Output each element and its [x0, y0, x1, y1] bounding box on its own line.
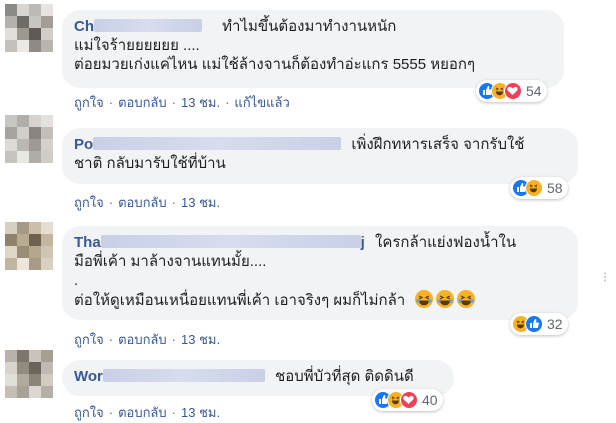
reaction-summary[interactable]: 32 — [510, 313, 568, 335]
comment-header: Ch ทำไมขึ้นต้องมาทำงานหนัก — [74, 17, 552, 36]
comment-text: ต่อให้ดูเหมือนเหนื่อยแทนพี่เค้า เอาจริงๆ… — [74, 292, 406, 309]
avatar[interactable] — [5, 115, 53, 163]
comment-bubble: Po เพิ่งฝึกทหารเสร็จ จากรับใช้ ชาติ กลับ… — [62, 128, 578, 184]
timestamp-link[interactable]: 13 ชม. — [181, 332, 220, 347]
timestamp-link[interactable]: 13 ชม. — [181, 195, 220, 210]
comment-actions: ถูกใจ · ตอบกลับ · 13 ชม. — [74, 405, 221, 420]
avatar[interactable] — [5, 350, 53, 398]
like-link[interactable]: ถูกใจ — [74, 95, 104, 110]
redacted-name — [94, 19, 202, 32]
comment-text-line: ทำไมขึ้นต้องมาทำงานหนัก — [222, 18, 397, 35]
timestamp-link[interactable]: 13 ชม. — [181, 95, 220, 110]
reaction-summary[interactable]: 40 — [372, 389, 443, 411]
redacted-name — [102, 369, 265, 382]
reply-link[interactable]: ตอบกลับ — [118, 405, 167, 420]
like-link[interactable]: ถูกใจ — [74, 405, 104, 420]
author-name[interactable]: Ch — [74, 18, 94, 35]
author-name[interactable]: Wor — [74, 368, 103, 385]
reply-link[interactable]: ตอบกลับ — [118, 195, 167, 210]
like-link[interactable]: ถูกใจ — [74, 332, 104, 347]
love-reaction-icon — [400, 391, 418, 409]
like-link[interactable]: ถูกใจ — [74, 195, 104, 210]
more-options-icon[interactable] — [600, 269, 610, 282]
comment-text-line-with-emoji: ต่อให้ดูเหมือนเหนื่อยแทนพี่เค้า เอาจริงๆ… — [74, 290, 566, 310]
comment-text-line: มือพี่เค้า มาล้างจานแทนมั้ย.... — [74, 253, 267, 270]
reply-link[interactable]: ตอบกลับ — [118, 95, 167, 110]
comment-actions: ถูกใจ · ตอบกลับ · 13 ชม. — [74, 195, 221, 210]
reaction-count: 32 — [547, 316, 563, 332]
reply-link[interactable]: ตอบกลับ — [118, 332, 167, 347]
timestamp-link[interactable]: 13 ชม. — [181, 405, 220, 420]
redacted-name — [93, 137, 342, 150]
laughing-emoji-icon — [415, 290, 434, 308]
comment-bubble: Tha j ใครกล้าแย่งฟองน้ำใน มือพี่เค้า มาล้… — [62, 226, 578, 320]
reaction-count: 54 — [526, 83, 542, 99]
laughing-emoji-icon — [436, 290, 455, 308]
comment-actions: ถูกใจ · ตอบกลับ · 13 ชม. · แก้ไขแล้ว — [74, 95, 290, 110]
author-name[interactable]: Po — [74, 136, 93, 153]
haha-reaction-icon — [525, 179, 543, 197]
comment-header: Po เพิ่งฝึกทหารเสร็จ จากรับใช้ — [74, 135, 566, 154]
comment-text-line: . — [74, 272, 79, 289]
comment-text-line: ชอบพี่บัวที่สุด ติดดินดี — [275, 368, 414, 385]
love-reaction-icon — [504, 82, 522, 100]
like-reaction-icon — [525, 315, 543, 333]
edited-label[interactable]: แก้ไขแล้ว — [234, 95, 289, 110]
reaction-count: 40 — [422, 392, 438, 408]
comment-actions: ถูกใจ · ตอบกลับ · 13 ชม. — [74, 332, 221, 347]
comment-text-line: แม่ใจร้ายยยยยย .... — [74, 37, 200, 54]
comment-header: Wor ชอบพี่บัวที่สุด ติดดินดี — [74, 367, 442, 386]
laughing-emoji-icon — [457, 290, 476, 308]
author-name[interactable]: Tha — [74, 234, 101, 251]
reaction-count: 58 — [547, 180, 563, 196]
reaction-summary[interactable]: 58 — [510, 177, 568, 199]
comment-header: Tha j ใครกล้าแย่งฟองน้ำใน — [74, 233, 566, 252]
comment-text-line: เพิ่งฝึกทหารเสร็จ จากรับใช้ — [351, 136, 525, 153]
comment-text-line: ชาติ กลับมารับใช้ที่บ้าน — [74, 155, 226, 172]
avatar[interactable] — [5, 4, 53, 52]
reaction-summary[interactable]: 54 — [476, 80, 547, 102]
comment-bubble: Ch ทำไมขึ้นต้องมาทำงานหนัก แม่ใจร้ายยยยย… — [62, 10, 564, 88]
comment-text-line: ใครกล้าแย่งฟองน้ำใน — [375, 234, 517, 251]
avatar[interactable] — [5, 222, 53, 270]
redacted-name — [100, 235, 361, 248]
comment-text-line: ต่อยมวยเก่งแค่ไหน แม่ใช้ล้างจานก็ต้องทำอ… — [74, 56, 476, 73]
author-name-tail: j — [360, 234, 365, 251]
